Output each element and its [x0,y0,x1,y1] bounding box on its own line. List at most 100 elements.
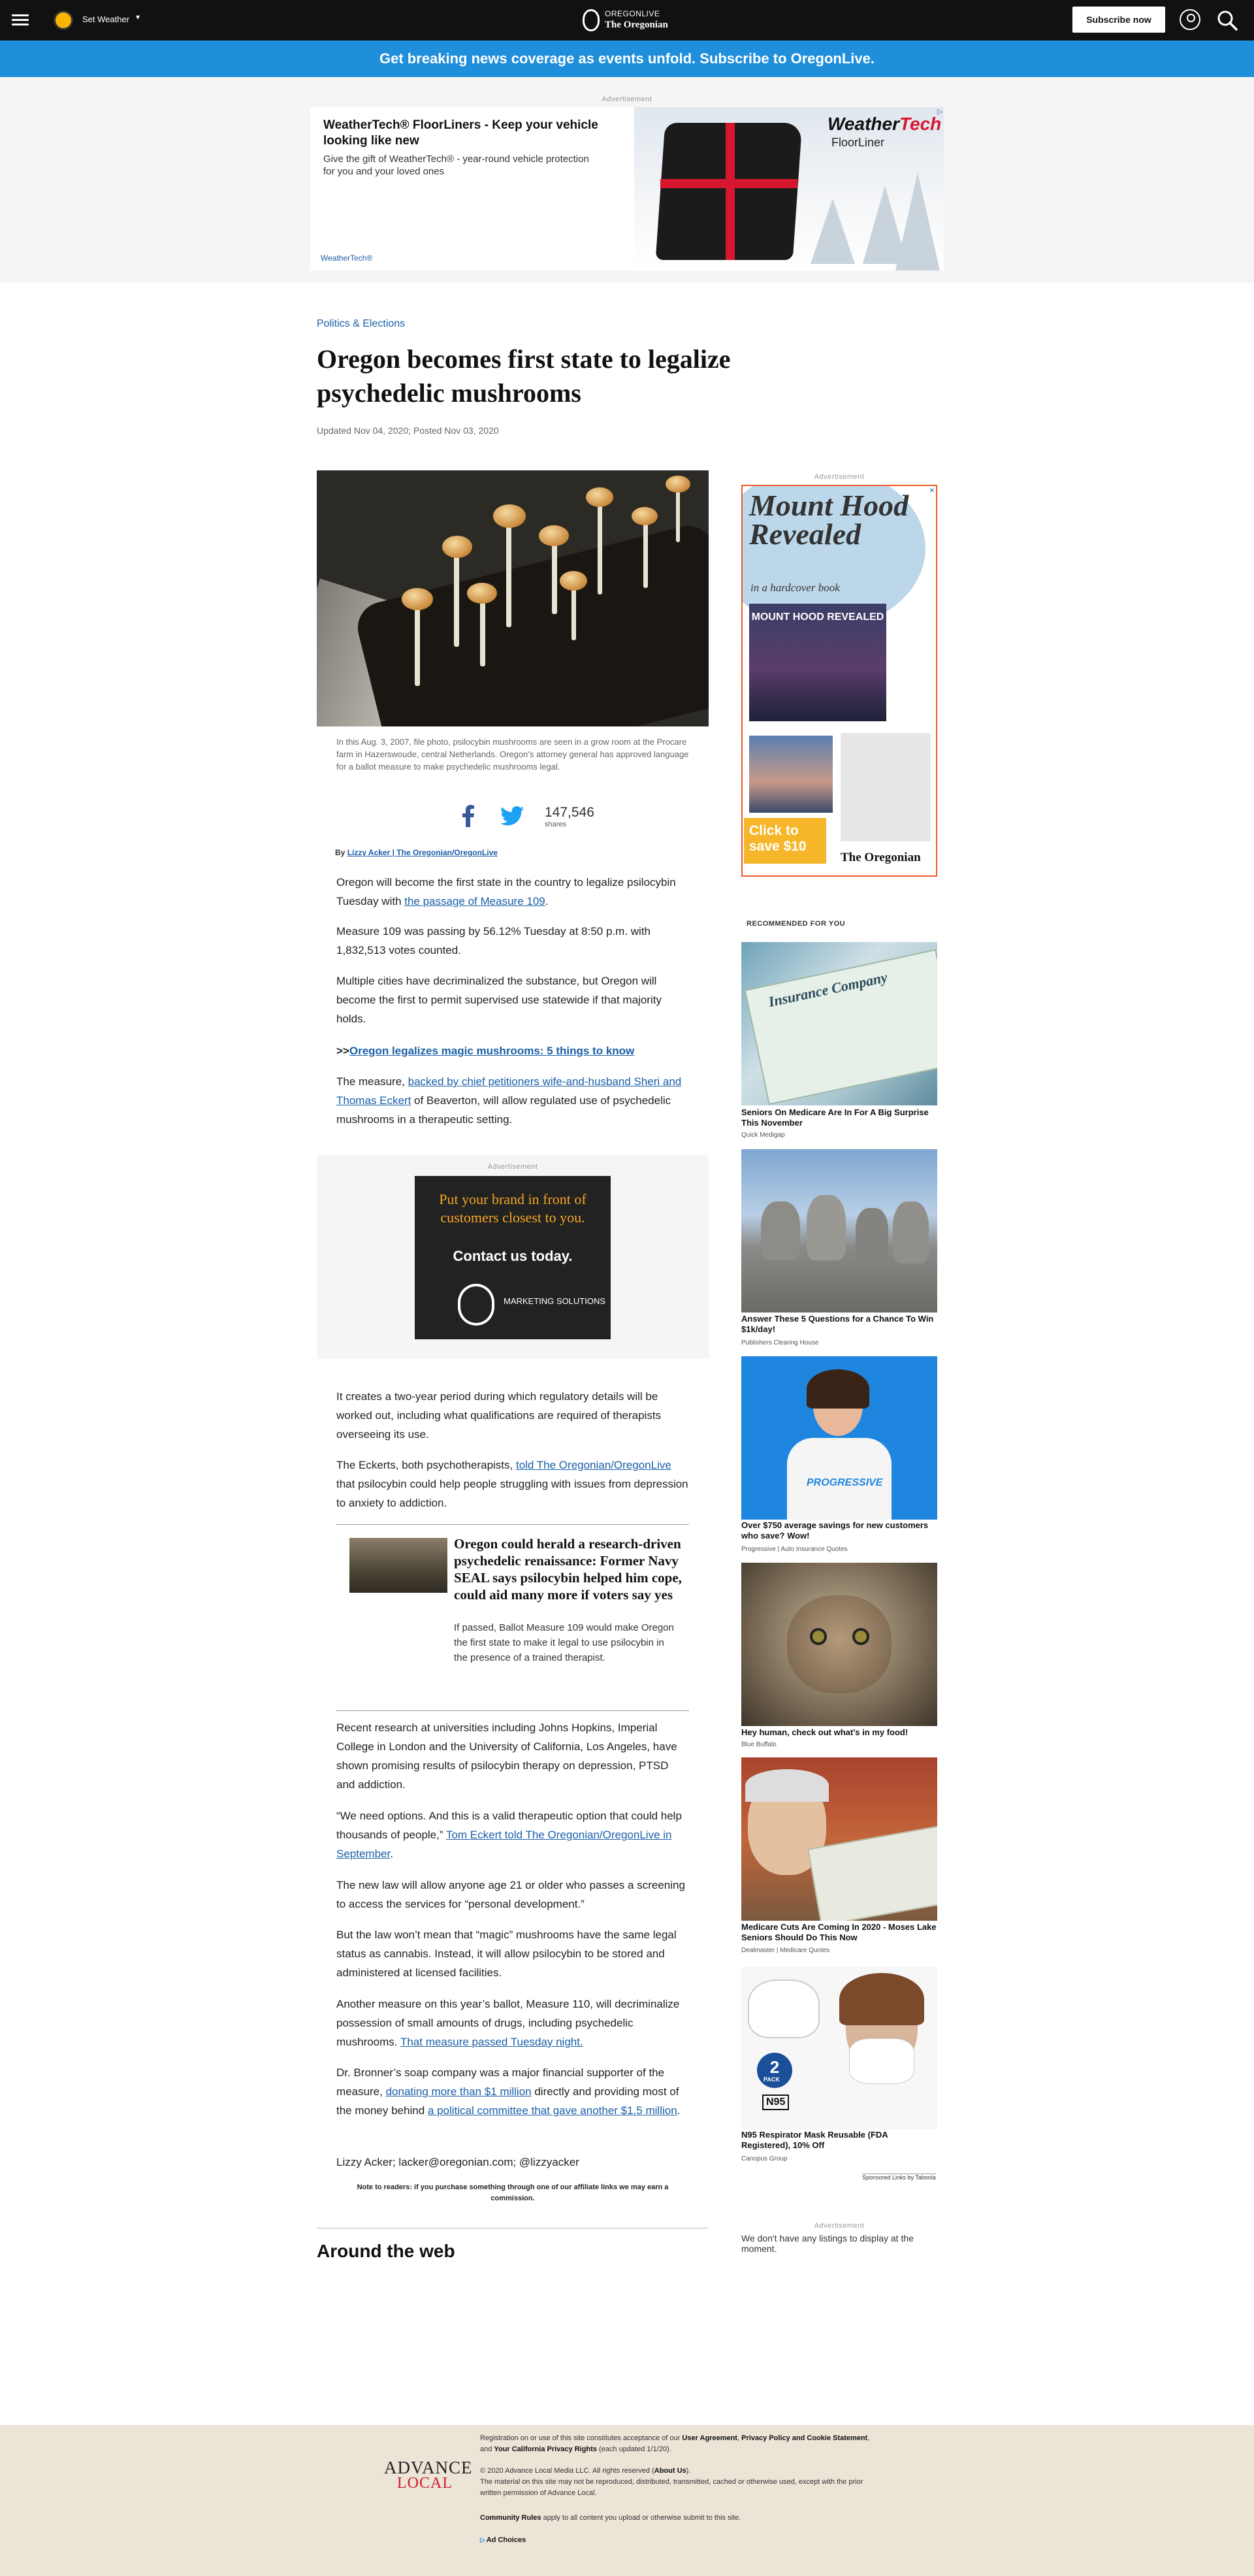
recommended-source[interactable]: Publishers Clearing House [741,1339,818,1346]
twitter-share-icon[interactable] [500,806,524,826]
logo-top-text: OREGONLIVE [605,9,660,18]
recommended-image[interactable]: 2 PACK N95 [741,1966,937,2130]
related-story-image[interactable] [349,1538,447,1593]
recommended-source[interactable]: Blue Buffalo [741,1741,777,1748]
hero-image[interactable] [317,470,709,726]
told-oregonian-link[interactable]: told The Oregonian/OregonLive [516,1459,671,1471]
political-committee-link[interactable]: a political committee that gave another … [428,2104,677,2117]
weather-sun-icon[interactable] [54,10,73,30]
top-ad-band: Advertisement WeatherTech® FloorLiners -… [0,77,1254,283]
recommended-title[interactable]: Seniors On Medicare Are In For A Big Sur… [741,1107,937,1128]
oregonian-logo: The Oregonian [841,851,921,864]
recommended-source[interactable]: Dealmaster | Medicare Quotes [741,1947,829,1954]
subscribe-button[interactable]: Subscribe now [1072,7,1165,33]
advance-local-logo[interactable]: ADVANCE [384,2459,473,2477]
mushroom-cap [632,507,658,525]
donating-link[interactable]: donating more than $1 million [386,2085,532,2098]
user-agreement-link[interactable]: User Agreement [682,2434,737,2442]
about-us-link[interactable]: About Us [654,2467,686,2475]
advance-local-logo-sub[interactable]: LOCAL [397,2475,453,2492]
article-dateline: Updated Nov 04, 2020; Posted Nov 03, 202… [317,425,499,436]
account-icon[interactable] [1180,9,1200,30]
recommended-title[interactable]: Answer These 5 Questions for a Chance To… [741,1314,937,1335]
recommended-image[interactable] [741,1563,937,1726]
inline-ad: Advertisement Put your brand in front of… [317,1155,709,1359]
stem [598,497,602,595]
share-count: 147,546 [545,805,594,820]
mask-on-face [849,2038,914,2084]
mount-hood-ad[interactable]: Mount Hood Revealed in a hardcover book … [741,485,937,877]
recommended-title[interactable]: Hey human, check out what's in my food! [741,1727,937,1738]
weathertech-ad[interactable]: WeatherTech® FloorLiners - Keep your veh… [310,107,944,270]
ad-brand[interactable]: WeatherTech® [321,253,372,263]
soil [352,520,709,726]
ad-line-2: Contact us today. [453,1248,573,1264]
recommended-image[interactable] [741,1149,937,1312]
recommended-source[interactable]: Progressive | Auto Insurance Quotes [741,1546,848,1553]
footer: ADVANCE LOCAL Registration on or use of … [0,2425,1254,2576]
paragraph: Multiple cities have decriminalized the … [336,975,662,1025]
menu-icon[interactable] [12,14,29,26]
ad-title: Mount Hood Revealed [749,489,909,551]
recommended-title[interactable]: Over $750 average savings for new custom… [741,1520,937,1541]
recommended-image[interactable]: Insurance Company [741,942,937,1105]
ribbon [726,123,735,260]
paragraph: >>Oregon legalizes magic mushrooms: 5 th… [336,1041,689,1060]
subscribe-promo-bar[interactable]: Get breaking news coverage as events unf… [0,41,1254,77]
cat-eye [852,1628,869,1645]
empty-listing-text: We don't have any listings to display at… [741,2233,914,2254]
mushroom-cap [467,583,497,604]
measure-109-link[interactable]: the passage of Measure 109 [404,895,545,907]
taboola-credit[interactable]: Sponsored Links by Taboola [862,2174,936,2181]
paragraph: Dr. Bronner’s soap company was a major f… [336,2063,689,2120]
five-things-link[interactable]: Oregon legalizes magic mushrooms: 5 thin… [349,1045,634,1057]
cat-face [787,1595,892,1693]
community-rules-link[interactable]: Community Rules [480,2514,541,2522]
california-privacy-link[interactable]: Your California Privacy Rights [494,2445,597,2453]
mushroom-cap [560,571,587,591]
author-link[interactable]: Lizzy Acker | The Oregonian/OregonLive [347,848,498,857]
paragraph-text: . [545,895,549,907]
woman-hair [839,1973,924,2025]
paragraph-text: . [677,2104,681,2117]
facebook-share-icon[interactable] [461,805,475,827]
mushroom-cap [586,487,613,507]
related-story-title[interactable]: Oregon could herald a research-driven ps… [454,1535,683,1603]
stem [506,516,511,627]
mushroom-cap [402,588,433,610]
man-hair [745,1769,829,1802]
progressive-logo: PROGRESSIVE [807,1477,883,1488]
monument-face [761,1201,800,1260]
tree-decoration [895,172,940,270]
related-story[interactable]: Oregon could herald a research-driven ps… [336,1524,689,1711]
person-hair [807,1369,869,1409]
category-link[interactable]: Politics & Elections [317,318,405,330]
ad-headline[interactable]: WeatherTech® FloorLiners - Keep your veh… [323,118,630,149]
recommended-title[interactable]: Medicare Cuts Are Coming In 2020 - Moses… [741,1922,937,1943]
recommended-image[interactable]: PROGRESSIVE [741,1356,937,1520]
ad-choices-icon[interactable]: ▷ [937,108,942,116]
chevron-down-icon[interactable]: ▾ [136,12,140,22]
recommended-image[interactable] [741,1757,937,1921]
marketing-solutions-ad[interactable]: Put your brand in front of customers clo… [415,1176,611,1339]
save-cta-button[interactable]: Click to save $10 [744,818,826,864]
monument-face [893,1201,929,1264]
ad-choices-link[interactable]: Ad Choices [480,2536,526,2544]
byline-prefix: By [335,848,346,857]
recommended-title[interactable]: N95 Respirator Mask Reusable (FDA Regist… [741,2130,937,2151]
ad-label: Advertisement [487,1163,538,1171]
stem [454,549,459,647]
recommended-source[interactable]: Canopus Group [741,2155,788,2162]
search-icon[interactable] [1216,9,1238,31]
oregonlive-logo[interactable]: OREGONLIVE The Oregonian [583,7,671,34]
ad-close-icon[interactable]: ✕ [929,487,935,495]
ad-floorliner-image[interactable]: WeatherTech FloorLiner ▷ [634,107,944,270]
recommended-source[interactable]: Quick Medigap [741,1132,785,1139]
weather-label[interactable]: Set Weather [82,14,129,24]
mushroom-cap [539,525,569,546]
privacy-policy-link[interactable]: Privacy Policy and Cookie Statement [741,2434,867,2442]
measure-110-link[interactable]: That measure passed Tuesday night. [400,2036,583,2048]
stem [480,595,485,666]
mushroom-cap [442,536,472,558]
mushroom-cap [666,476,690,493]
